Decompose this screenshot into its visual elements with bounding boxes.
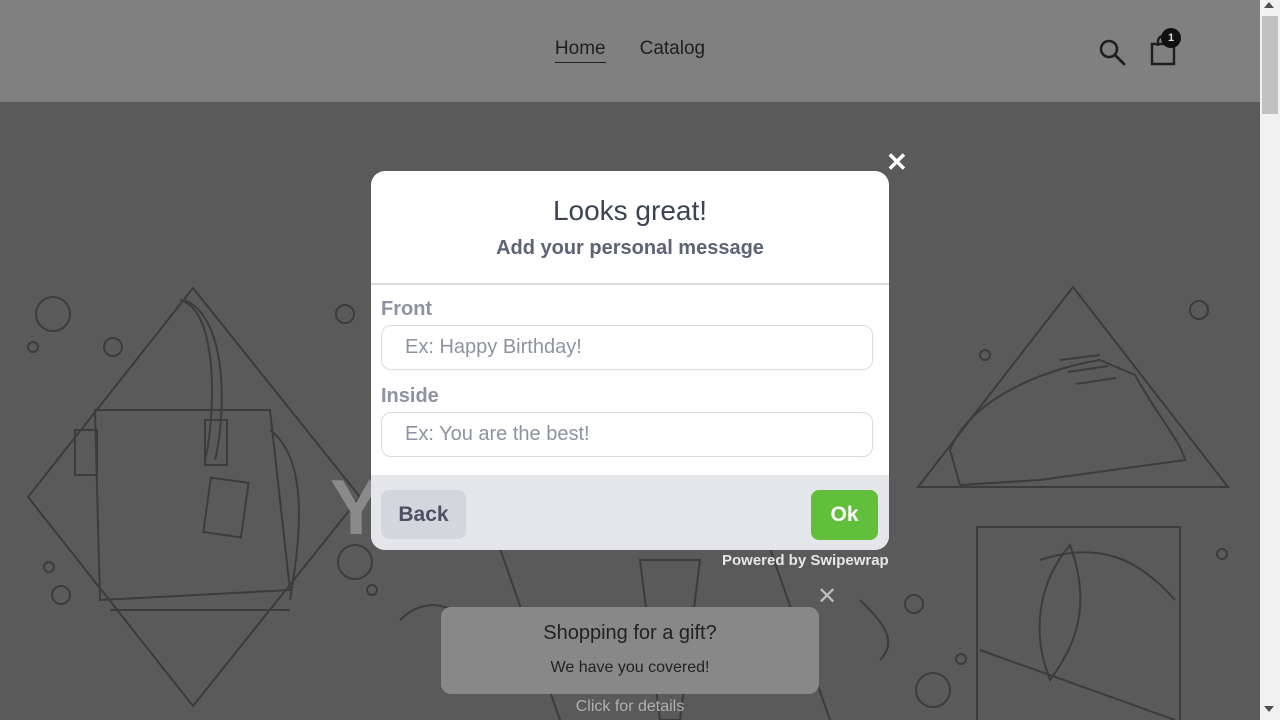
modal-header: Looks great! Add your personal message — [371, 171, 889, 285]
cart-count-badge: 1 — [1161, 28, 1181, 48]
powered-by-link[interactable]: Powered by Swipewrap — [722, 552, 889, 569]
modal-close-icon[interactable]: ✕ — [886, 148, 908, 176]
back-button[interactable]: Back — [381, 490, 466, 539]
site-header: Home Catalog 1 — [0, 0, 1260, 102]
toast-close-icon[interactable]: ✕ — [817, 584, 837, 610]
front-message-input[interactable] — [381, 325, 873, 370]
toast-details-link[interactable]: Click for details — [441, 698, 819, 716]
personal-message-modal: Looks great! Add your personal message F… — [371, 171, 889, 550]
gift-toast[interactable]: Shopping for a gift? We have you covered… — [441, 607, 819, 694]
modal-title: Looks great! — [552, 195, 708, 226]
search-icon[interactable] — [1098, 38, 1126, 66]
nav-home-link[interactable]: Home — [554, 38, 606, 63]
scroll-down-arrow-icon[interactable] — [1264, 706, 1274, 712]
scroll-thumb[interactable] — [1262, 16, 1278, 114]
nav-catalog-link[interactable]: Catalog — [640, 38, 706, 63]
toast-body: We have you covered! — [550, 659, 710, 676]
page-scrollbar[interactable] — [1260, 0, 1280, 720]
front-label: Front — [381, 298, 433, 320]
ok-button[interactable]: Ok — [811, 490, 878, 540]
scroll-up-arrow-icon[interactable] — [1264, 2, 1274, 8]
modal-subtitle: Add your personal message — [496, 237, 764, 259]
inside-label: Inside — [381, 385, 439, 407]
inside-message-input[interactable] — [381, 412, 873, 457]
toast-title: Shopping for a gift? — [543, 622, 717, 644]
main-nav: Home Catalog — [0, 38, 1260, 63]
modal-footer: Back Ok — [371, 475, 889, 550]
